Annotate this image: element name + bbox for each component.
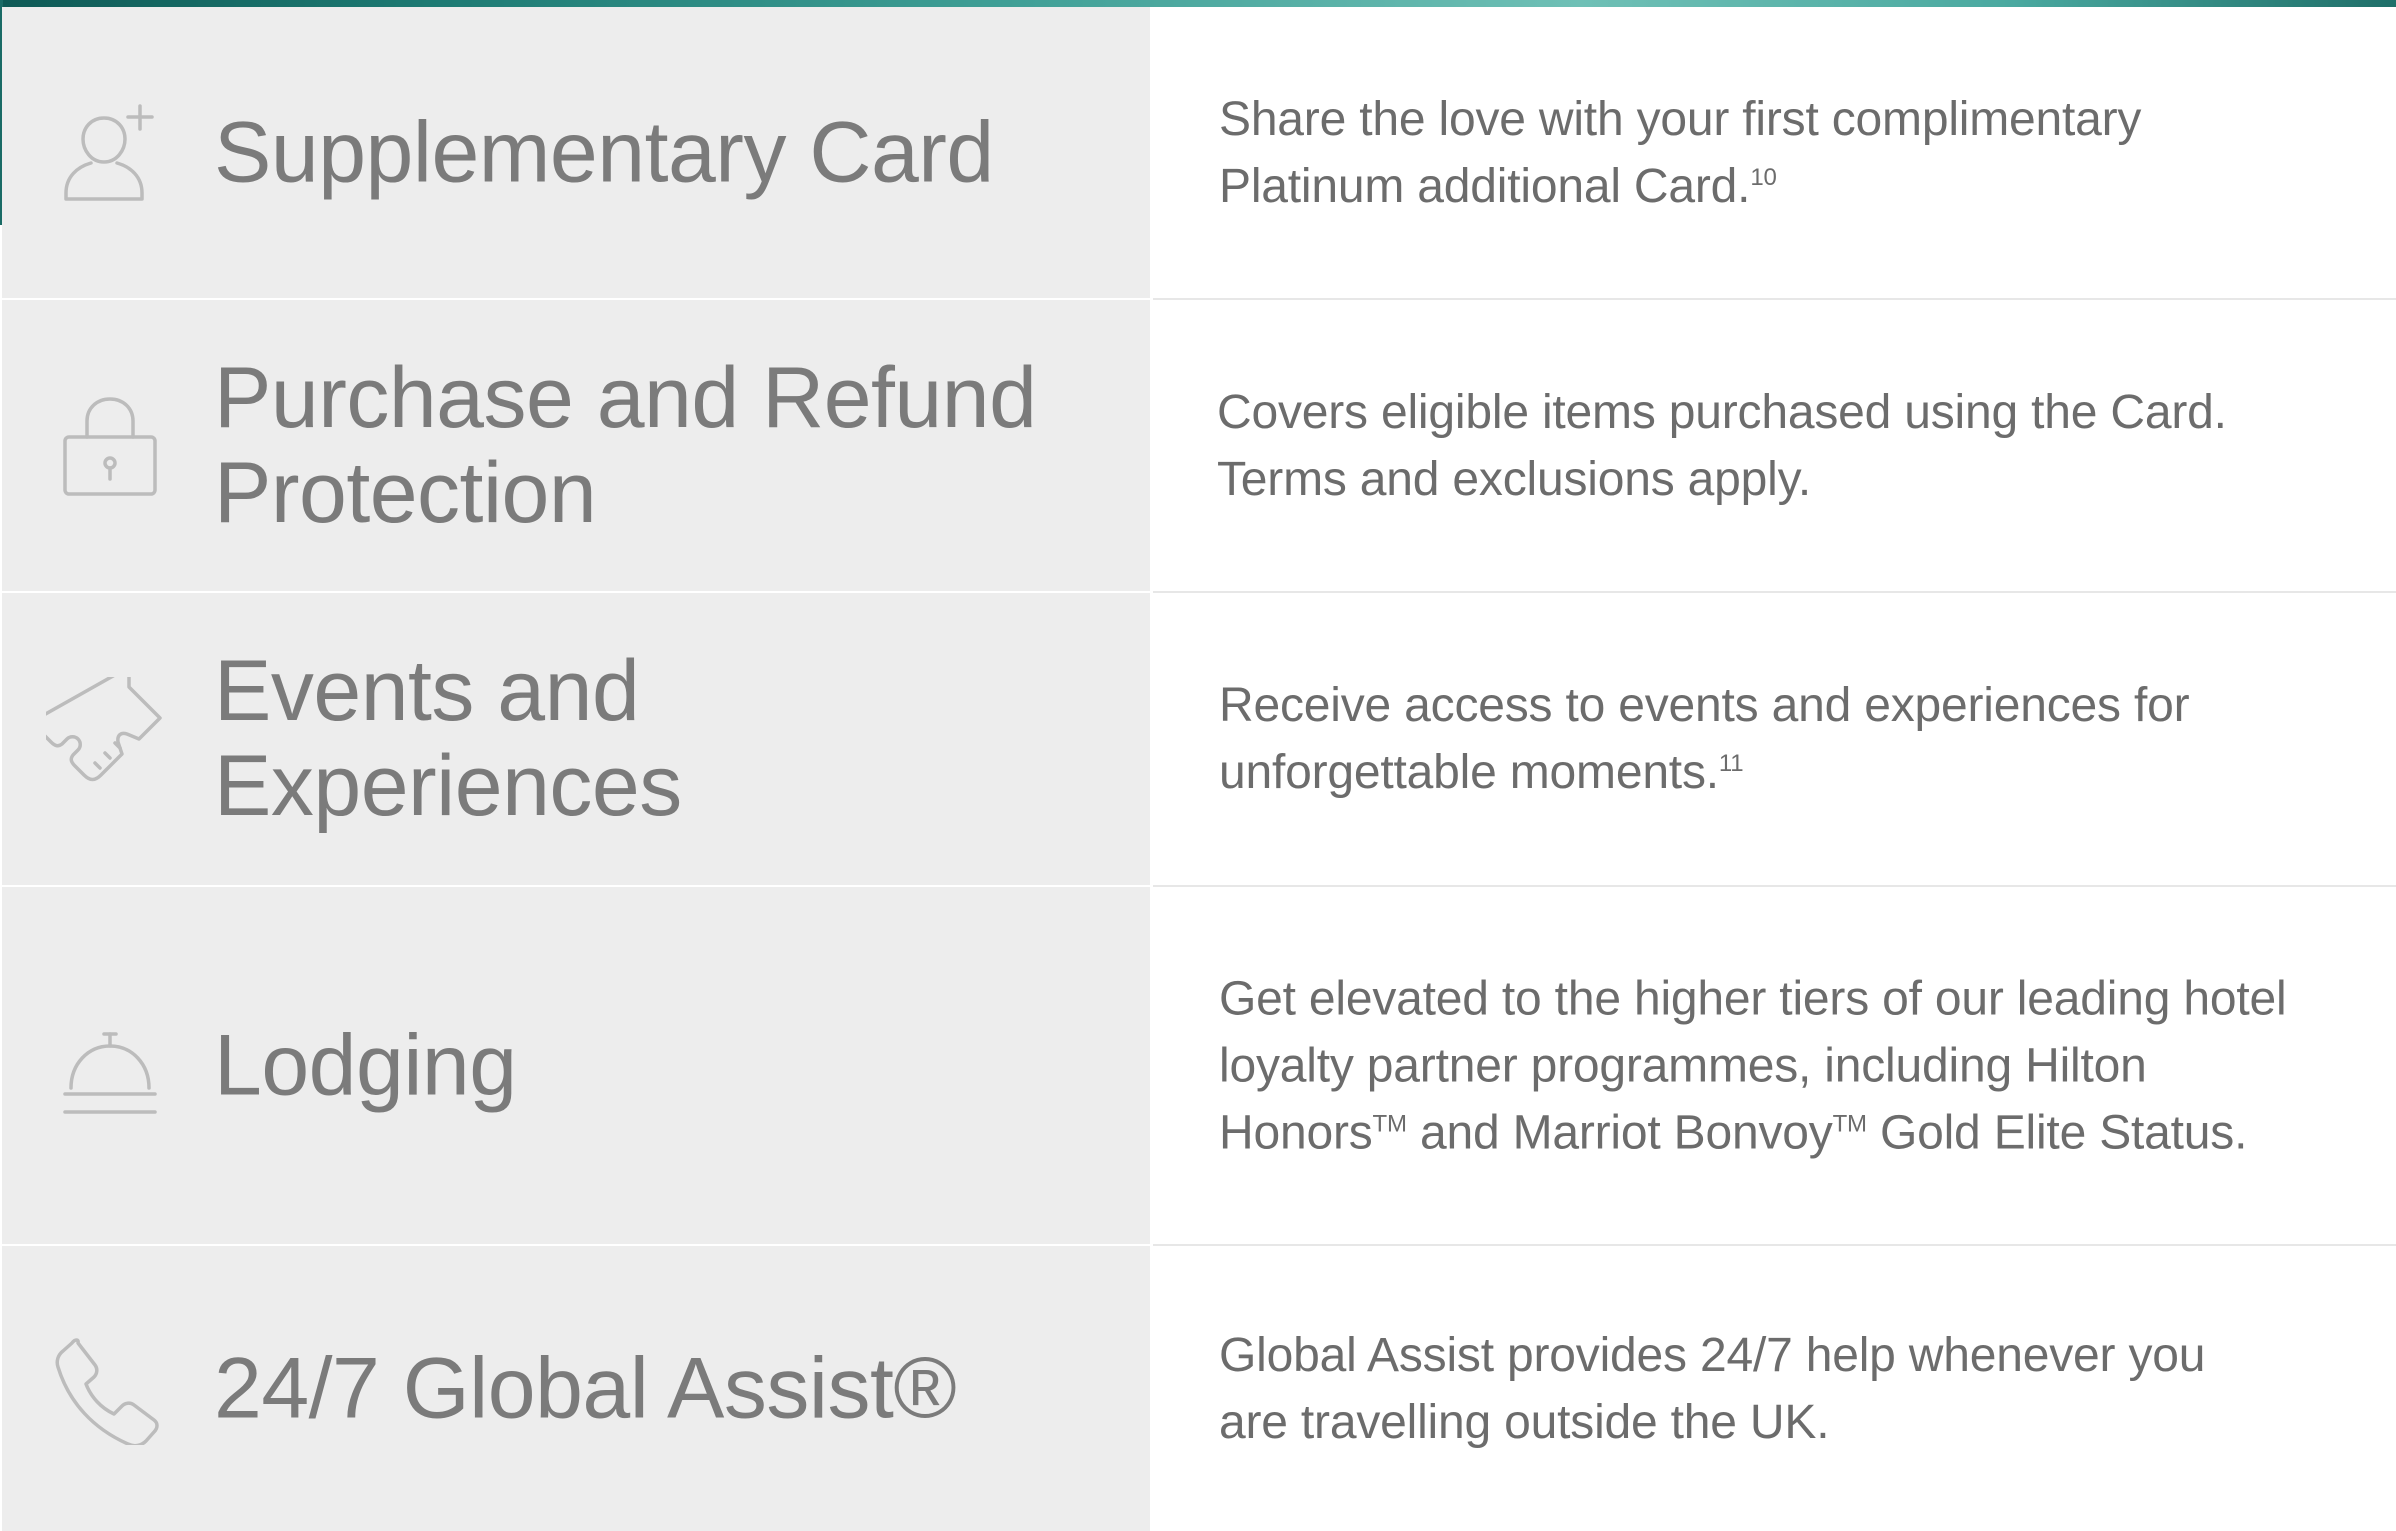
benefit-title-cell: 24/7 Global Assist® [2, 1246, 1150, 1531]
benefit-description: Covers eligible items purchased using th… [1217, 385, 2227, 506]
benefit-title-cell: Supplementary Card [2, 7, 1150, 298]
benefit-row-purchase-refund-protection: Purchase and Refund Protection Covers el… [2, 300, 2396, 591]
benefit-description-cell: Global Assist provides 24/7 help wheneve… [1153, 1246, 2396, 1531]
benefit-description-cell: Receive access to events and experiences… [1153, 593, 2396, 885]
ticket-icon [46, 677, 170, 801]
benefit-title-cell: Purchase and Refund Protection [2, 300, 1150, 591]
benefit-title: 24/7 Global Assist® [214, 1340, 957, 1436]
benefit-description-text: Gold Elite Status. [1866, 1106, 2248, 1159]
hotel-bell-icon [54, 1010, 166, 1122]
benefit-description-text: Share the love with your first complimen… [1219, 92, 2142, 213]
benefit-description-cell: Get elevated to the higher tiers of our … [1153, 887, 2396, 1244]
benefit-title-cell: Events and Experiences [2, 593, 1150, 885]
benefit-title: Lodging [214, 1017, 517, 1113]
benefit-title: Purchase and Refund Protection [214, 349, 1037, 541]
benefit-title-cell: Lodging [2, 887, 1150, 1244]
benefit-row-events-experiences: Events and Experiences Receive access to… [2, 593, 2396, 885]
supplementary-card-person-plus-icon [54, 97, 166, 209]
benefit-title: Supplementary Card [214, 104, 994, 200]
footnote-reference: 10 [1750, 163, 1777, 191]
benefit-description-text: Receive access to events and experiences… [1219, 679, 2190, 799]
lock-icon [54, 390, 166, 502]
benefit-description-text: and Marriot Bonvoy [1406, 1106, 1833, 1159]
benefits-table: Supplementary Card Share the love with y… [2, 7, 2396, 1531]
top-decorative-strip [0, 0, 2396, 7]
benefit-description-cell: Share the love with your first complimen… [1153, 7, 2396, 298]
footnote-reference: 11 [1718, 750, 1744, 777]
trademark-symbol: TM [1372, 1110, 1407, 1137]
benefit-description: Global Assist provides 24/7 help wheneve… [1219, 1328, 2206, 1449]
benefit-description-cell: Covers eligible items purchased using th… [1153, 300, 2396, 591]
phone-icon [54, 1333, 166, 1445]
benefit-description: Share the love with your first complimen… [1219, 86, 2339, 220]
benefit-title: Events and Experiences [214, 643, 682, 834]
benefit-description: Receive access to events and experiences… [1219, 672, 2279, 806]
trademark-symbol: TM [1832, 1110, 1867, 1137]
benefit-description: Get elevated to the higher tiers of our … [1219, 965, 2289, 1166]
benefit-row-supplementary-card: Supplementary Card Share the love with y… [2, 7, 2396, 298]
benefit-row-global-assist: 24/7 Global Assist® Global Assist provid… [2, 1246, 2396, 1531]
benefit-row-lodging: Lodging Get elevated to the higher tiers… [2, 887, 2396, 1244]
